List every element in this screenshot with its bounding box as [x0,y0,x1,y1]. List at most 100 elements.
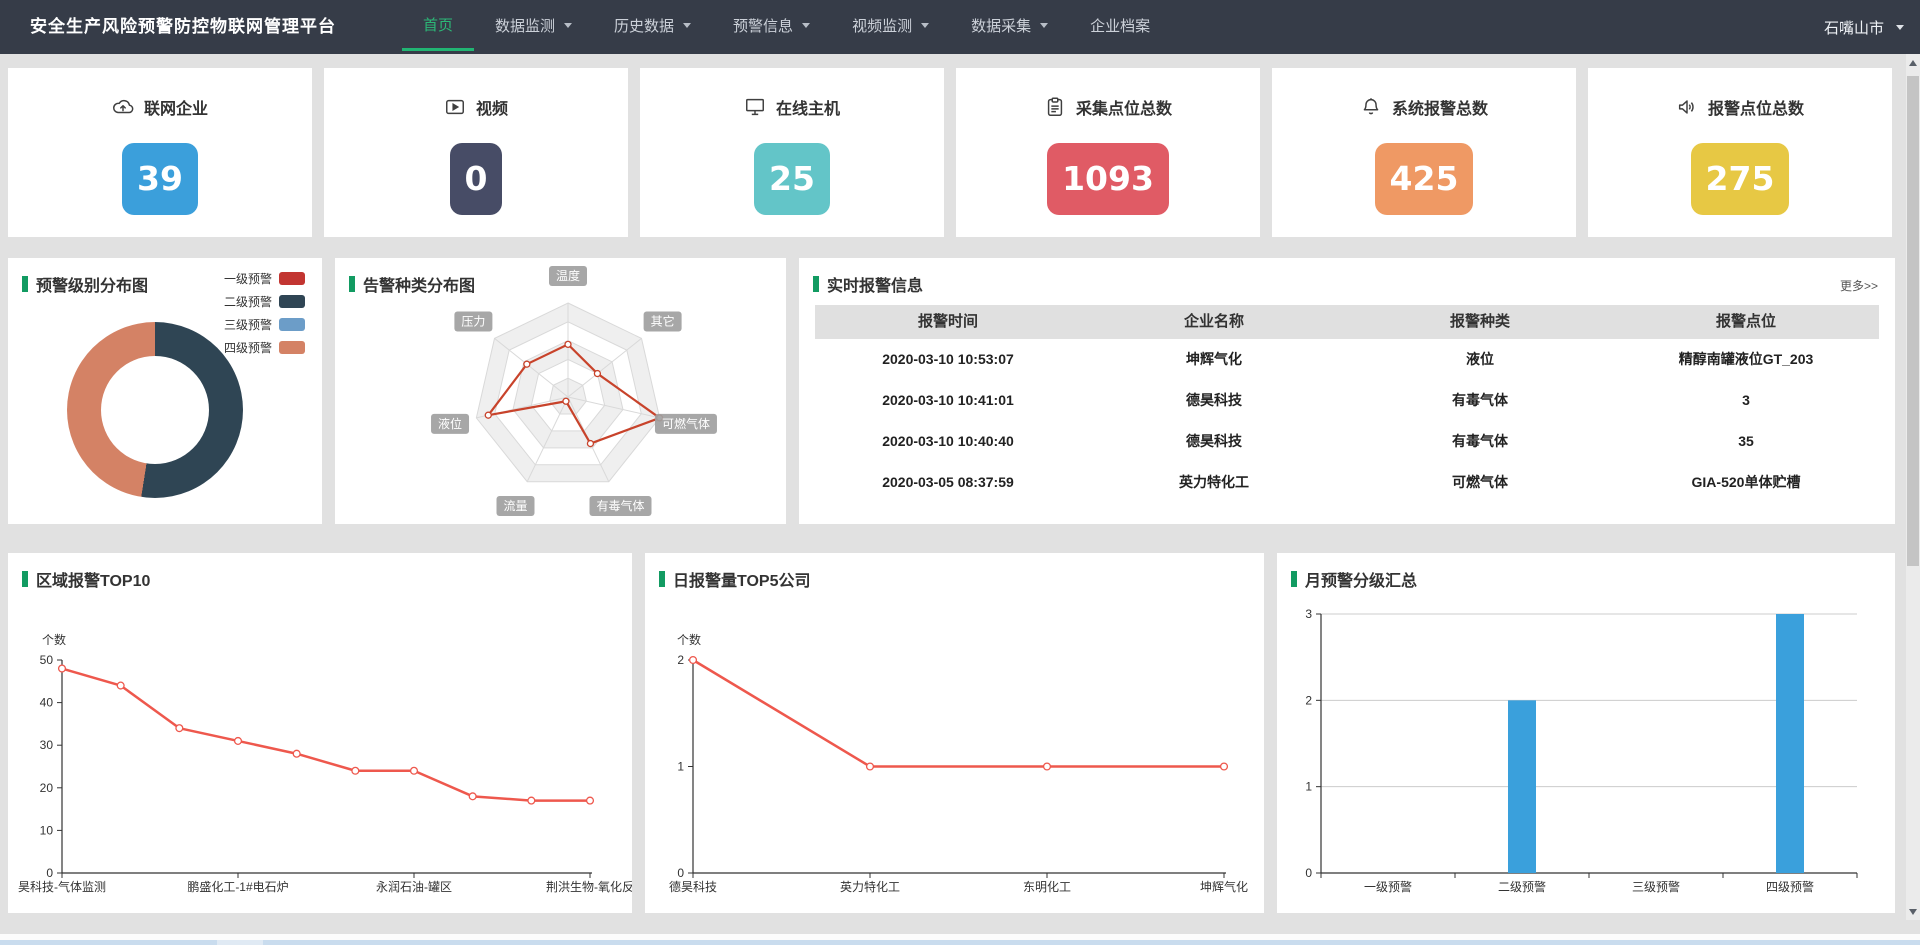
monthly-levels-bar-chart: 0 1 2 3 一级预警 二级预警 三级预警 四级预警 [1277,553,1895,913]
pie-legend: 一级预警二级预警三级预警四级预警 [224,272,305,354]
stat-label: 联网企业 [144,95,208,119]
table-row: 2020-03-10 10:41:01德昊科技有毒气体3 [815,380,1879,421]
title-bar-icon [813,276,819,292]
svg-text:三级预警: 三级预警 [1632,879,1680,894]
legend-item[interactable]: 一级预警 [224,272,305,285]
svg-text:1: 1 [677,760,684,774]
radar-axis-label: 其它 [644,312,682,332]
radar-axis-label: 可燃气体 [655,414,717,434]
stat-label: 采集点位总数 [1076,95,1172,119]
legend-swatch [279,295,305,308]
alarm-table-header: 报警时间企业名称报警种类报警点位 [815,305,1879,339]
legend-swatch [279,318,305,331]
nav-item-label: 数据监测 [495,15,555,36]
svg-text:3: 3 [1305,607,1312,621]
svg-text:1: 1 [1305,780,1312,794]
table-cell: 可燃气体 [1347,462,1613,503]
panel-daily-top5: 日报警量TOP5公司 012个数德昊科技英力特化工东明化工坤辉气化 [645,553,1264,913]
region-label: 石嘴山市 [1824,17,1884,38]
nav-item-6[interactable]: 数据采集 [950,0,1069,51]
stat-label: 视频 [476,95,508,119]
svg-text:一级预警: 一级预警 [1364,879,1412,894]
svg-text:荆洪生物-氧化反: 荆洪生物-氧化反 [546,880,632,894]
table-cell: 有毒气体 [1347,421,1613,462]
table-cell: 精醇南罐液位GT_203 [1613,339,1879,380]
stat-card-5: 系统报警总数425 [1272,68,1576,237]
nav-item-3[interactable]: 历史数据 [593,0,712,51]
scrollbar[interactable] [1906,54,1920,920]
nav-item-5[interactable]: 视频监测 [831,0,950,51]
svg-text:0: 0 [46,866,53,880]
panel-alarm-type-radar: 告警种类分布图 温度其它可燃气体有毒气体流量液位压力 [335,258,786,524]
column-header: 企业名称 [1081,305,1347,339]
table-row: 2020-03-05 08:37:59英力特化工可燃气体GIA-520单体贮槽 [815,462,1879,503]
svg-text:流量: 流量 [503,499,527,513]
taskbar-strip [0,940,1920,945]
column-header: 报警时间 [815,305,1081,339]
legend-item[interactable]: 四级预警 [224,341,305,354]
svg-text:50: 50 [40,653,54,667]
svg-text:鹏盛化工-1#电石炉: 鹏盛化工-1#电石炉 [187,879,288,894]
legend-swatch [279,272,305,285]
table-cell: 2020-03-10 10:40:40 [815,421,1081,462]
bell-icon [1360,96,1382,118]
stat-card-6: 报警点位总数275 [1588,68,1892,237]
panel-monthly-levels: 月预警分级汇总 0123一级预警二级预警三级预警四级预警 [1277,553,1895,913]
nav-item-2[interactable]: 数据监测 [474,0,593,51]
scroll-down-icon[interactable] [1906,903,1920,920]
table-cell: 德昊科技 [1081,421,1347,462]
radar-chart: 温度其它可燃气体有毒气体流量液位压力 [335,258,786,524]
radar-axis-label: 温度 [549,266,587,286]
legend-label: 四级预警 [224,339,272,356]
nav-item-4[interactable]: 预警信息 [712,0,831,51]
column-header: 报警点位 [1613,305,1879,339]
region-selector[interactable]: 石嘴山市 [1824,0,1904,54]
panel-title: 预警级别分布图 [22,272,148,296]
nav-item-label: 企业档案 [1090,15,1150,36]
svg-text:温度: 温度 [556,268,580,283]
legend-swatch [279,341,305,354]
column-header: 报警种类 [1347,305,1613,339]
legend-item[interactable]: 三级预警 [224,318,305,331]
chevron-down-icon [802,23,810,28]
chevron-down-icon [1896,25,1904,30]
svg-text:个数: 个数 [677,632,701,647]
stat-value-badge: 1093 [1047,143,1169,215]
nav-item-1[interactable]: 首页 [402,0,474,51]
top-nav: 安全生产风险预警防控物联网管理平台 首页数据监测历史数据预警信息视频监测数据采集… [0,0,1920,54]
svg-text:二级预警: 二级预警 [1498,879,1546,894]
scroll-up-icon[interactable] [1906,54,1920,71]
svg-text:东明化工: 东明化工 [1023,880,1071,894]
donut-chart [67,322,243,498]
table-cell: 35 [1613,421,1879,462]
stat-card-2: 视频 0 [324,68,628,237]
table-row: 2020-03-10 10:53:07坤辉气化液位精醇南罐液位GT_203 [815,339,1879,380]
legend-label: 三级预警 [224,316,272,333]
svg-text:四级预警: 四级预警 [1766,879,1814,894]
chevron-down-icon [683,23,691,28]
table-cell: 德昊科技 [1081,380,1347,421]
stat-value-badge: 0 [450,143,503,215]
legend-item[interactable]: 二级预警 [224,295,305,308]
panel-realtime-alarms: 实时报警信息 更多>> 报警时间企业名称报警种类报警点位 2020-03-10 … [799,258,1895,524]
chevron-down-icon [1040,23,1048,28]
more-link[interactable]: 更多>> [1840,277,1878,294]
scrollbar-thumb[interactable] [1907,76,1919,566]
chevron-down-icon [564,23,572,28]
stat-card-4: 采集点位总数 1093 [956,68,1260,237]
svg-text:永润石油-罐区: 永润石油-罐区 [376,880,452,894]
nav-item-label: 视频监测 [852,15,912,36]
radar-axis-label: 有毒气体 [589,496,651,516]
svg-text:10: 10 [40,823,54,837]
legend-label: 一级预警 [224,270,272,287]
nav-item-7[interactable]: 企业档案 [1069,0,1171,51]
monitor-icon [744,96,766,118]
speaker-icon [1676,96,1698,118]
panel-title: 实时报警信息 [813,272,923,296]
nav-item-label: 首页 [423,14,453,35]
svg-text:40: 40 [40,696,54,710]
radar-axis-label: 压力 [454,312,492,332]
stat-card-3: 在线主机25 [640,68,944,237]
svg-text:2: 2 [1305,693,1312,707]
svg-text:0: 0 [1305,866,1312,880]
